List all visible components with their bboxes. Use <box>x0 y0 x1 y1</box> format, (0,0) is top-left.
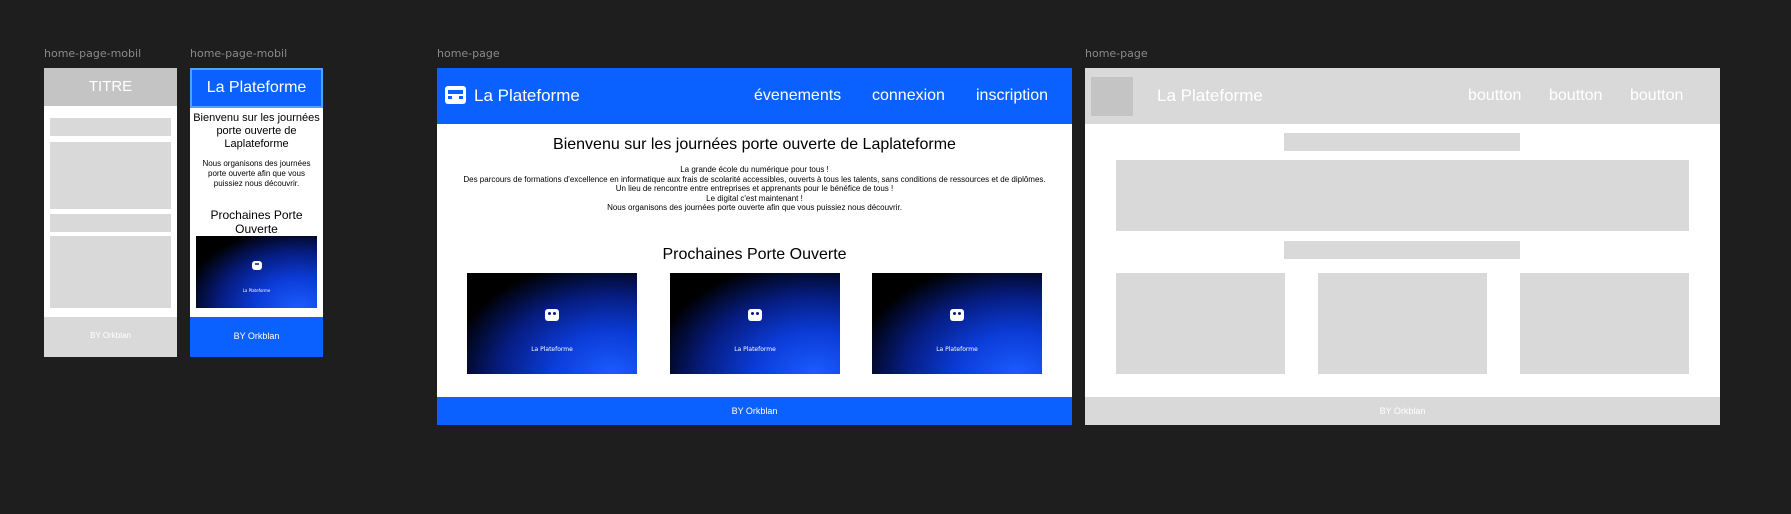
mobile-wire-footer: BY Orkblan <box>44 317 177 357</box>
placeholder-title <box>1284 241 1520 259</box>
wire-brand: La Plateforme <box>1157 86 1263 105</box>
frame-label-desktop[interactable]: home-page <box>437 47 500 60</box>
logo-placeholder <box>1091 77 1133 116</box>
desktop-heading: Bienvenu sur les journées porte ouverte … <box>553 136 956 153</box>
placeholder-block <box>50 118 171 136</box>
mobile-wire-title: TITRE <box>88 78 133 95</box>
intro-line: Des parcours de formations d'excellence … <box>463 174 1046 184</box>
placeholder-card <box>1520 273 1689 374</box>
wire-header: La Plateforme boutton boutton boutton <box>1085 68 1720 124</box>
mobile-intro: Nous organisons des journées porte ouver… <box>202 159 311 188</box>
frame-desktop[interactable]: La Plateforme évenements connexion inscr… <box>437 68 1072 425</box>
mobile-brand[interactable]: La Plateforme <box>192 79 321 97</box>
card-brand: La Plateforme <box>531 345 573 353</box>
frame-label-desktop-wire[interactable]: home-page <box>1085 47 1148 60</box>
mascot-logo-icon <box>251 261 262 271</box>
placeholder-text <box>1116 160 1689 231</box>
placeholder-card <box>1116 273 1285 374</box>
mobile-wire-header: TITRE <box>44 68 177 106</box>
desktop-brand[interactable]: La Plateforme <box>474 86 580 106</box>
intro-line: Nous organisons des journées porte ouver… <box>607 203 902 212</box>
nav-connexion[interactable]: connexion <box>872 87 945 105</box>
wire-button[interactable]: boutton <box>1549 87 1602 105</box>
card-brand: La Plateforme <box>242 287 271 293</box>
frame-desktop-wireframe[interactable]: La Plateforme boutton boutton boutton BY… <box>1085 68 1720 425</box>
wire-button[interactable]: boutton <box>1468 87 1521 105</box>
wire-footer: BY Orkblan <box>1085 397 1720 425</box>
desktop-header: La Plateforme évenements connexion inscr… <box>437 68 1072 124</box>
nav-inscription[interactable]: inscription <box>976 87 1048 105</box>
mobile-heading: Bienvenu sur les journées porte ouverte … <box>193 112 320 150</box>
mascot-logo-icon <box>748 309 762 322</box>
mascot-logo-icon <box>545 309 559 322</box>
placeholder-title <box>1284 133 1520 151</box>
card-brand: La Plateforme <box>734 345 776 353</box>
mobile-footer: BY Orkblan <box>190 317 323 357</box>
event-card-image[interactable]: La Plateforme <box>196 236 317 308</box>
nav-evenements[interactable]: évenements <box>754 87 841 105</box>
wire-button[interactable]: boutton <box>1630 87 1683 105</box>
placeholder-block <box>50 142 171 209</box>
event-card-3[interactable]: La Plateforme <box>872 273 1042 374</box>
intro-line: Le digital c'est maintenant ! <box>706 193 803 203</box>
frame-label-mobile-wire[interactable]: home-page-mobil <box>44 47 141 60</box>
desktop-footer: BY Orkblan <box>437 397 1072 425</box>
logo-icon[interactable] <box>445 86 466 104</box>
event-card-2[interactable]: La Plateforme <box>670 273 840 374</box>
card-brand: La Plateforme <box>936 345 978 353</box>
placeholder-block <box>50 236 171 308</box>
mobile-header: La Plateforme <box>190 68 323 108</box>
mobile-section-title: Prochaines Porte Ouverte <box>210 208 303 236</box>
footer-text: BY Orkblan <box>731 406 778 416</box>
desktop-section-title: Prochaines Porte Ouverte <box>662 246 847 263</box>
placeholder-card <box>1318 273 1487 374</box>
intro-line: Un lieu de rencontre entre entreprises e… <box>615 184 894 193</box>
frame-mobile[interactable]: La Plateforme Bienvenu sur les journées … <box>190 68 323 357</box>
intro-line: La grande école du numérique pour tous ! <box>680 165 829 174</box>
event-card-1[interactable]: La Plateforme <box>467 273 637 374</box>
footer-text: BY Orkblan <box>233 331 280 341</box>
frame-mobile-wireframe[interactable]: TITRE BY Orkblan <box>44 68 177 357</box>
mascot-logo-icon <box>950 309 964 322</box>
desktop-intro: La grande école du numérique pour tous !… <box>437 165 1072 213</box>
footer-text: BY Orkblan <box>90 331 131 340</box>
placeholder-block <box>50 214 171 232</box>
frame-label-mobile[interactable]: home-page-mobil <box>190 47 287 60</box>
footer-text: BY Orkblan <box>1379 406 1426 416</box>
